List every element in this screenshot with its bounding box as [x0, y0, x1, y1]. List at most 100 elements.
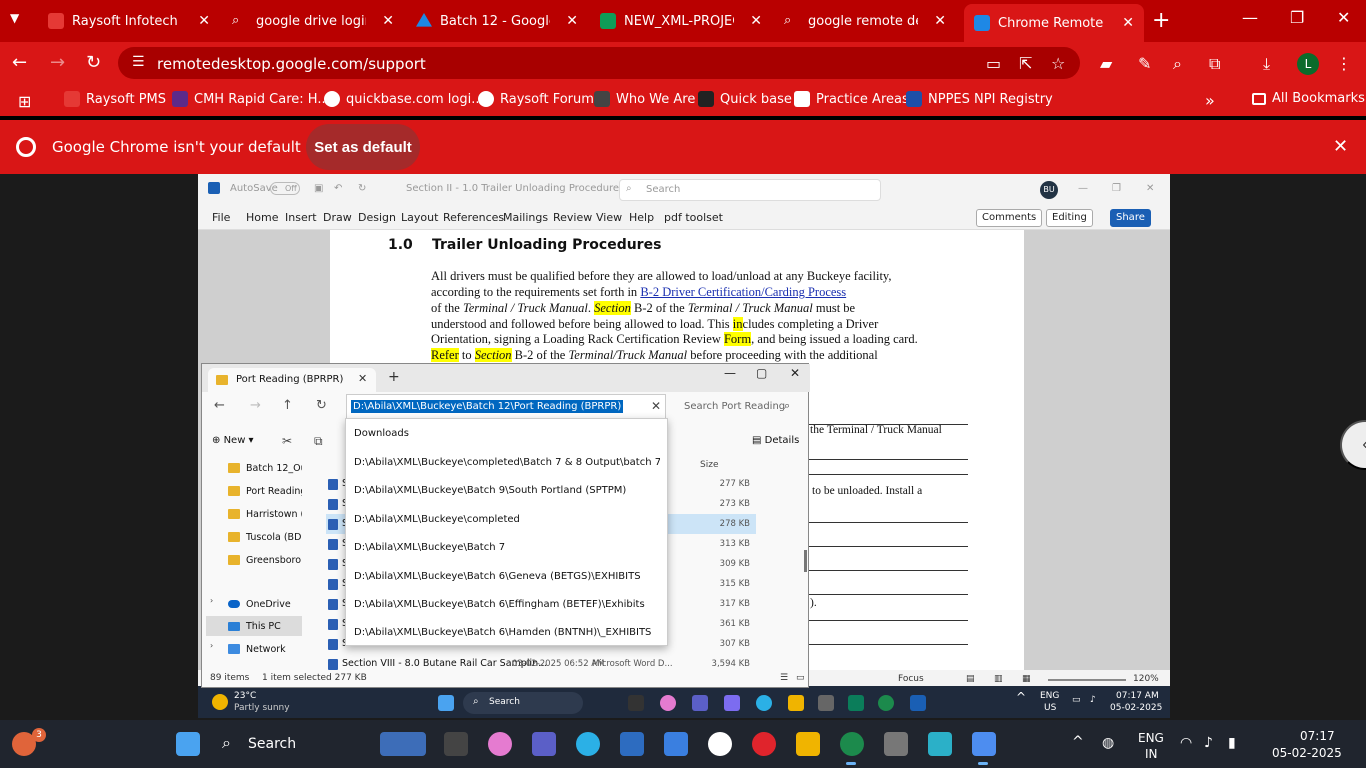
nav-folder-batch-12-out[interactable]: Batch 12_Out [226, 458, 302, 478]
focus-mode-button[interactable]: Focus [898, 674, 924, 684]
teams-icon[interactable] [692, 695, 708, 711]
details-view-icon[interactable]: ☰ [780, 673, 788, 683]
word-taskbar-icon[interactable] [910, 695, 926, 711]
read-mode-icon[interactable]: ▤ [966, 674, 975, 684]
download-icon[interactable]: ⤓ [1263, 54, 1270, 74]
teams-icon[interactable] [532, 732, 556, 756]
remote-lang[interactable]: ENG [1040, 691, 1059, 701]
url-text[interactable]: remotedesktop.google.com/support [157, 55, 426, 73]
new-tab-plus-icon[interactable]: + [388, 369, 400, 385]
tray-chevron-icon[interactable]: ^ [1072, 734, 1084, 750]
bookmark-nppes[interactable]: NPPES NPI Registry [906, 91, 1053, 107]
forward-arrow-icon[interactable]: → [50, 52, 65, 73]
ribbon-tab-mailings[interactable]: Mailings [503, 211, 548, 224]
explorer-tab[interactable]: Port Reading (BPRPR) ✕ [208, 368, 376, 392]
volume-icon[interactable]: ♪ [1204, 735, 1213, 751]
taskbar-search[interactable]: ⌕ Search [218, 729, 366, 759]
share-button[interactable]: Share [1110, 209, 1151, 227]
suggestion-item[interactable]: D:\Abila\XML\Buckeye\Batch 6\Hamden (BNT… [354, 627, 660, 638]
details-pane-button[interactable]: ▤ Details [752, 435, 799, 446]
reload-icon[interactable]: ↻ [86, 52, 101, 73]
nav-this-pc[interactable]: This PC [206, 616, 302, 636]
tab-xml-project[interactable]: NEW_XML-PROJECT ✕ [590, 6, 772, 36]
menu-kebab-icon[interactable]: ⋮ [1336, 54, 1352, 73]
undo-icon[interactable]: ↶ [334, 183, 342, 194]
ribbon-tab-insert[interactable]: Insert [285, 211, 317, 224]
explorer-minimize-icon[interactable]: — [724, 366, 736, 380]
suggestion-item[interactable]: D:\Abila\XML\Buckeye\Batch 9\South Portl… [354, 485, 660, 496]
app-icon[interactable] [848, 695, 864, 711]
ribbon-tab-design[interactable]: Design [358, 211, 396, 224]
cast-icon[interactable]: ▭ [986, 54, 1001, 73]
extension-car-icon[interactable]: ▰ [1100, 54, 1112, 73]
bookmark-cmh-rapid-care[interactable]: CMH Rapid Care: H... [172, 91, 330, 107]
nav-network[interactable]: Network [226, 639, 302, 659]
word-search-box[interactable]: ⌕ Search [619, 179, 881, 201]
nav-folder-port-reading[interactable]: Port Reading [226, 481, 302, 501]
explorer-search-input[interactable]: Search Port Reading ⌕ [676, 394, 804, 420]
ribbon-tab-view[interactable]: View [596, 211, 622, 224]
column-header-size[interactable]: Size [700, 460, 718, 470]
tab-raysoft[interactable]: Raysoft Infotech Priva ✕ [38, 6, 220, 36]
suggestion-item[interactable]: Downloads [354, 428, 660, 439]
editing-mode-button[interactable]: Editing [1046, 209, 1093, 227]
nav-folder-greensboro[interactable]: Greensboro I [226, 550, 302, 570]
ribbon-tab-review[interactable]: Review [553, 211, 592, 224]
suggestion-item[interactable]: D:\Abila\XML\Buckeye\Batch 7 [354, 542, 660, 553]
volume-icon[interactable]: ♪ [1090, 695, 1096, 705]
web-layout-icon[interactable]: ▦ [1022, 674, 1031, 684]
chrome-icon[interactable] [878, 695, 894, 711]
copy-icon[interactable]: ⧉ [314, 434, 323, 449]
tab-batch-12-drive[interactable]: Batch 12 - Google Dri ✕ [406, 6, 588, 36]
power-automate-icon[interactable] [724, 695, 740, 711]
driver-certification-link[interactable]: B-2 Driver Certification/Carding Process [640, 285, 846, 299]
ribbon-tab-draw[interactable]: Draw [323, 211, 352, 224]
open-in-app-icon[interactable]: ⇱ [1019, 54, 1032, 73]
profile-avatar[interactable]: L [1297, 53, 1319, 75]
all-bookmarks[interactable]: All Bookmarks [1252, 91, 1365, 106]
bookmark-practice-areas[interactable]: Practice Areas [794, 91, 909, 107]
ribbon-tab-pdf-toolset[interactable]: pdf toolset [664, 211, 723, 224]
ribbon-tab-references[interactable]: References [443, 211, 504, 224]
battery-icon[interactable]: ▮ [1228, 735, 1236, 751]
word-minimize-icon[interactable]: — [1078, 183, 1088, 194]
clear-address-icon[interactable]: ✕ [651, 399, 661, 413]
set-as-default-button[interactable]: Set as default [306, 124, 420, 170]
ribbon-tab-help[interactable]: Help [629, 211, 654, 224]
chrome-icon[interactable] [840, 732, 864, 756]
bookmark-raysoft-forum[interactable]: Raysoft Forum [478, 91, 594, 107]
close-icon[interactable]: ✕ [198, 13, 210, 29]
tiles-view-icon[interactable]: ▭ [796, 673, 805, 683]
zoom-level[interactable]: 120% [1133, 674, 1159, 684]
input-language[interactable]: ENG [1138, 731, 1164, 745]
explorer-address-input[interactable]: D:\Abila\XML\Buckeye\Batch 12\Port Readi… [346, 394, 666, 420]
file-explorer-icon[interactable] [788, 695, 804, 711]
zoom-slider[interactable] [1048, 679, 1126, 681]
opera-icon[interactable] [752, 732, 776, 756]
search-highlight-icon[interactable] [380, 732, 426, 756]
maximize-icon[interactable]: ❐ [1290, 8, 1304, 27]
up-arrow-icon[interactable]: ↑ [282, 398, 293, 413]
edge-icon[interactable] [756, 695, 772, 711]
close-icon[interactable]: ✕ [566, 13, 578, 29]
task-view-icon[interactable] [628, 695, 644, 711]
clock-date[interactable]: 05-02-2025 [1272, 746, 1342, 760]
new-item-button[interactable]: ⊕ New ▾ [212, 435, 254, 446]
close-icon[interactable]: ✕ [358, 372, 367, 385]
bookmark-raysoft-pms[interactable]: Raysoft PMS [64, 91, 166, 107]
explorer-close-icon[interactable]: ✕ [790, 366, 800, 380]
network-tray-icon[interactable]: ◍ [1102, 735, 1114, 751]
tab-google-remote-desktop[interactable]: ⌕ google remote deskt ✕ [774, 6, 956, 36]
ribbon-tab-layout[interactable]: Layout [401, 211, 438, 224]
wifi-icon[interactable]: ◠ [1180, 735, 1192, 751]
zoom-icon[interactable]: ⌕ [1173, 54, 1182, 74]
autosave-toggle[interactable]: Off [270, 182, 300, 195]
suggestion-item[interactable]: D:\Abila\XML\Buckeye\Batch 6\Effingham (… [354, 599, 660, 610]
remote-region[interactable]: US [1044, 703, 1056, 713]
suggestion-item[interactable]: D:\Abila\XML\Buckeye\completed\Batch 7 &… [354, 457, 660, 468]
file-explorer-icon[interactable] [796, 732, 820, 756]
store-icon[interactable] [620, 732, 644, 756]
app-icon[interactable] [928, 732, 952, 756]
back-arrow-icon[interactable]: ← [214, 398, 225, 413]
bookmark-who-we-are[interactable]: Who We Are [594, 91, 695, 107]
